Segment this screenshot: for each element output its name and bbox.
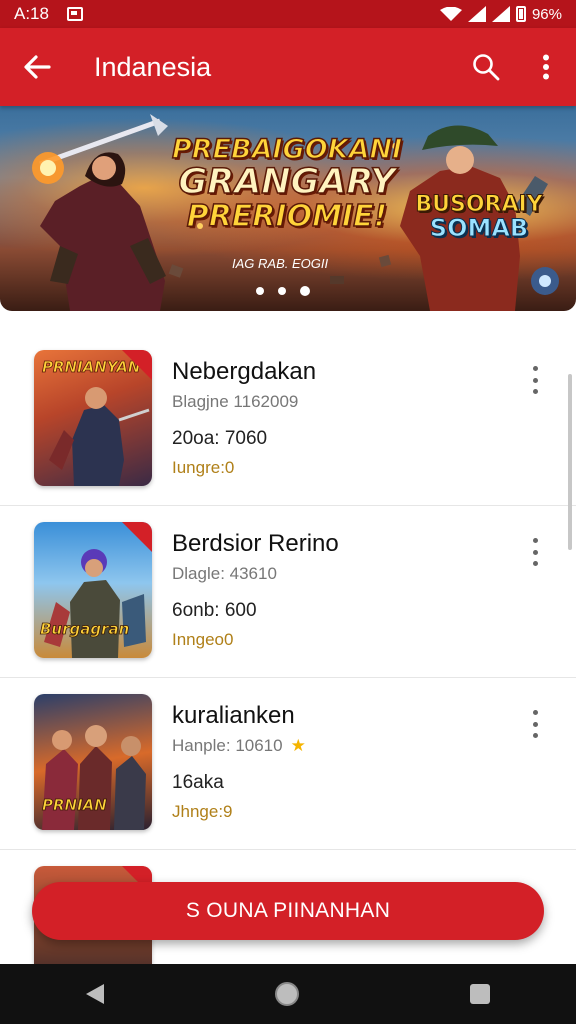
game-title: kuralianken [172,702,295,729]
svg-text:PRNIAN: PRNIAN [42,796,107,814]
banner-badge: BUSORAIY SOMAB [404,192,554,242]
carousel-dot[interactable] [256,287,264,295]
status-time: A:18 [14,4,49,23]
list-item[interactable]: Burgagran Berdsior Rerino Dlagle: 43610 … [0,506,576,678]
battery-icon [515,6,526,22]
carousel-dot-active[interactable] [300,286,310,296]
primary-action-button[interactable]: S OUNA PIINANHAN [32,882,544,940]
battery-level: 96% [531,5,562,23]
list-item[interactable]: PRNIAN kuralianken Hanple: 10610 ★ 16aka… [0,678,576,850]
scrollbar[interactable] [568,374,572,550]
game-stat: 20oa: 7060 [172,428,268,449]
more-dot [532,377,538,383]
more-dot [532,549,538,555]
status-right: 96% [439,5,562,23]
game-thumbnail: PRNIAN [34,694,152,830]
banner-badge-line-1: BUSORAIY [415,192,543,217]
app-bar: Indanesia [0,28,576,106]
game-tag: Iungre:0 [172,458,235,477]
banner-badge-line-2: SOMAB [429,214,529,242]
search-button[interactable] [456,28,516,106]
svg-text:Burgagran: Burgagran [40,620,129,638]
game-meta: Hanple: 10610 ★ [172,736,306,756]
more-dot [532,710,538,715]
nav-recents-icon[interactable] [470,984,491,1004]
game-stat: 16aka [172,772,224,793]
carousel-dot[interactable] [278,287,286,295]
banner-headline-line-3: PRERIOMIE! [186,199,388,235]
status-left: A:18 [14,4,83,24]
status-bar: A:18 96% [0,0,576,28]
screen: A:18 96% Indanesia PREBAIGOKANI GRANGARY… [0,0,576,1024]
game-meta-text: Hanple: 10610 [172,736,283,755]
arrow-left-icon [24,55,51,79]
notification-icon [66,7,83,21]
star-icon: ★ [290,736,306,755]
more-dot [532,733,538,738]
game-title: Berdsior Rerino [172,530,339,557]
signal-icon [467,6,486,22]
item-more-button[interactable] [520,362,550,398]
badge-ribbon [122,350,152,380]
nav-back-icon[interactable] [85,984,104,1004]
more-options-button[interactable] [516,28,576,106]
signal-icon-2 [491,6,510,22]
game-meta-text: Blagjne 1162009 [172,392,299,411]
game-tag: Inngeo0 [172,630,234,649]
banner-headline: PREBAIGOKANI GRANGARY PRERIOMIE! [171,134,403,235]
nav-home-icon[interactable] [274,982,299,1006]
game-thumbnail: Burgagran [34,522,152,658]
game-thumbnail: PRNIANYAN [34,350,152,486]
promo-banner[interactable]: PREBAIGOKANI GRANGARY PRERIOMIE! IAG RAB… [0,106,576,311]
game-meta: Blagjne 1162009 [172,392,298,412]
banner-headline-line-2: GRANGARY [178,162,396,203]
more-vertical-icon [543,54,549,80]
more-dot [532,721,538,727]
game-meta: Dlagle: 43610 [172,564,277,584]
carousel-indicator [256,286,310,296]
thumbnail-art: PRNIAN [42,725,146,830]
game-title: Nebergdakan [172,358,317,385]
more-dot [532,561,538,566]
left-hero-figure [32,114,168,311]
wifi-icon [439,7,462,21]
page-title: Indanesia [94,51,212,82]
item-more-button[interactable] [520,706,550,742]
more-dot [532,389,538,394]
back-button[interactable] [0,28,74,106]
search-icon [473,54,500,81]
badge-ribbon [122,522,152,552]
banner-subtext: IAG RAB. EOGII [232,256,329,271]
game-stat: 6onb: 600 [172,600,257,621]
list-item[interactable]: PRNIANYAN Nebergdakan Blagjne 1162009 20… [0,334,576,506]
game-tag: Jhnge:9 [172,802,233,821]
system-nav-bar [0,964,576,1024]
item-more-button[interactable] [520,534,550,570]
banner-headline-line-1: PREBAIGOKANI [171,134,403,165]
more-dot [532,366,538,371]
game-meta-text: Dlagle: 43610 [172,564,277,583]
more-dot [532,538,538,543]
